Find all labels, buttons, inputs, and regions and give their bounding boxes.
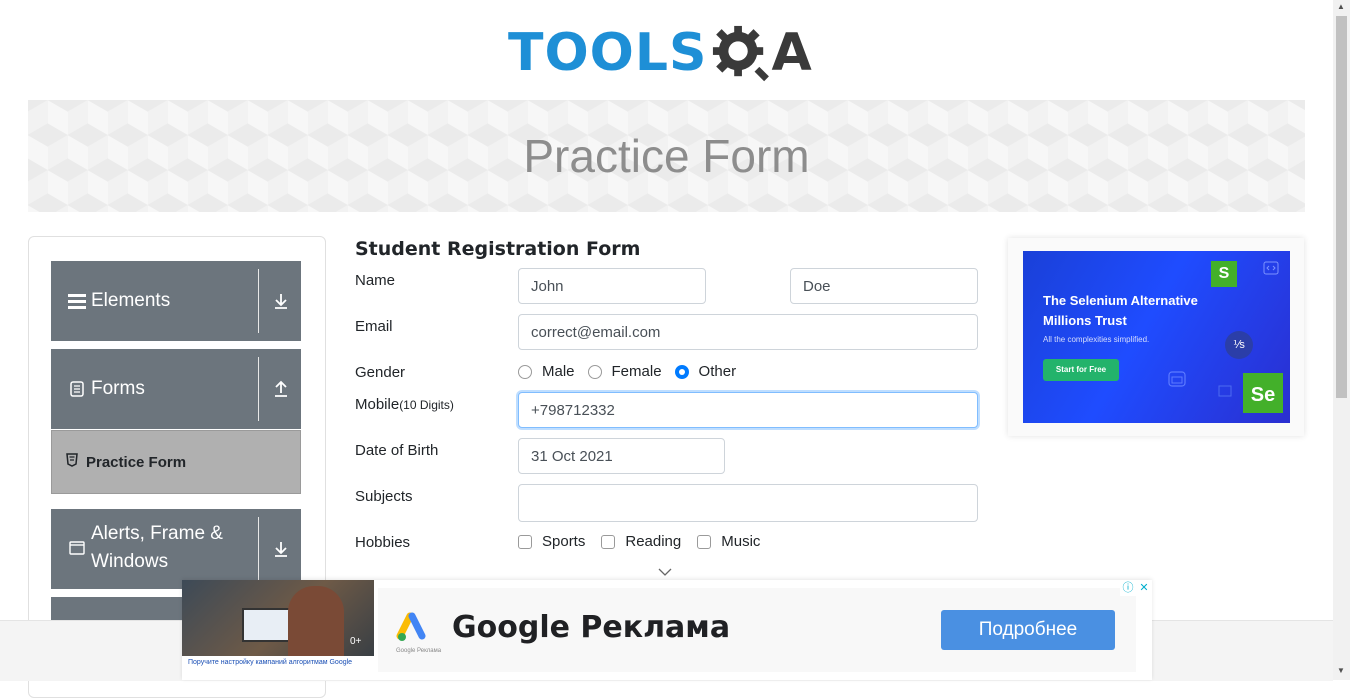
html-icon (66, 452, 80, 472)
gear-magnifier-icon (713, 25, 770, 82)
toolsqa-logo[interactable]: TOOLS A (508, 16, 812, 90)
divider (258, 269, 259, 333)
ad-subtitle: All the complexities simplified. (1043, 335, 1150, 344)
ad-info-icon[interactable]: ⓘ (1120, 580, 1136, 596)
upload-arrow-icon (275, 380, 287, 397)
download-arrow-icon (275, 542, 287, 557)
gender-other-option[interactable]: Other (674, 363, 737, 380)
form-title: Student Registration Form (355, 238, 641, 260)
ad-s-logo: S (1211, 261, 1237, 287)
gender-label: Gender (355, 364, 406, 381)
mobile-hint: (10 Digits) (399, 398, 454, 412)
checkbox-label: Music (721, 533, 761, 550)
browser-icon (1168, 371, 1186, 387)
radio-button[interactable] (518, 364, 532, 379)
name-label: Name (355, 272, 396, 289)
sidebar-group-label: Elements (91, 290, 171, 311)
checkbox-label: Reading (625, 533, 682, 550)
page-banner: Practice Form (28, 100, 1305, 212)
hobby-reading-option[interactable]: Reading (601, 533, 681, 550)
ad-choices[interactable]: ⓘ ✕ (1120, 580, 1152, 596)
subjects-input[interactable] (518, 484, 978, 522)
first-name-input[interactable]: John (518, 268, 706, 304)
sidebar-group-label: Alerts, Frame & Windows (91, 523, 223, 572)
ad-creative[interactable]: The Selenium Alternative Millions Trust … (1023, 251, 1290, 423)
code-window-icon (1263, 261, 1279, 275)
checkbox-label: Sports (542, 533, 586, 550)
side-advertisement[interactable]: The Selenium Alternative Millions Trust … (1008, 238, 1304, 436)
logo-text-tools: TOOLS (508, 23, 708, 83)
ad-circle-badge: ⅟s (1225, 331, 1253, 359)
selenium-logo: Se (1243, 373, 1283, 413)
ad-close-icon[interactable]: ✕ (1136, 580, 1152, 596)
mobile-label: Mobile(10 Digits) (355, 396, 454, 413)
email-input[interactable]: correct@email.com (518, 314, 978, 350)
divider (258, 357, 259, 421)
subjects-label: Subjects (355, 488, 413, 505)
radio-button[interactable] (587, 364, 602, 379)
gender-male-option[interactable]: Male (518, 363, 575, 380)
radio-button-selected[interactable] (674, 364, 689, 379)
ad-photo-caption: Поручите настройку кампаний алгоритмам G… (182, 656, 374, 680)
google-ads-card[interactable]: Google Реклама Google Реклама Подробнее (378, 588, 1136, 672)
date-of-birth-input[interactable]: 31 Oct 2021 (518, 438, 725, 474)
ad-title: The Selenium Alternative Millions Trust (1043, 293, 1198, 328)
sidebar-group-forms[interactable]: Forms (51, 349, 301, 429)
checkbox[interactable] (518, 534, 532, 549)
page-title: Practice Form (523, 130, 810, 182)
google-ads-small-label: Google Реклама (396, 648, 442, 654)
sidebar-group-elements[interactable]: Elements (51, 261, 301, 341)
radio-label: Male (542, 363, 575, 380)
chevron-down-icon[interactable] (658, 568, 672, 576)
download-arrow-icon (275, 294, 287, 309)
bottom-advertisement[interactable]: 0+ Поручите настройку кампаний алгоритма… (182, 580, 1152, 680)
ad-photo[interactable]: 0+ Поручите настройку кампаний алгоритма… (182, 580, 374, 680)
sidebar-group-alerts[interactable]: Alerts, Frame & Windows (51, 509, 301, 589)
mobile-label-text: Mobile (355, 396, 400, 413)
last-name-input[interactable]: Doe (790, 268, 978, 304)
mobile-input[interactable]: +798712332 (518, 392, 978, 428)
document-icon (67, 381, 87, 397)
checkbox[interactable] (697, 534, 712, 549)
page-scrollbar[interactable]: ▲ ▼ (1333, 0, 1350, 680)
dob-label: Date of Birth (355, 442, 439, 459)
person-image (288, 586, 344, 666)
logo-text-a: A (771, 23, 812, 83)
hobby-sports-option[interactable]: Sports (518, 533, 585, 550)
scroll-down-arrow-icon[interactable]: ▼ (1337, 666, 1345, 675)
hobbies-checkbox-group: Sports Reading Music (518, 533, 773, 550)
sidebar-item-practice-form[interactable]: Practice Form (51, 430, 301, 494)
menu-icon (67, 293, 87, 309)
divider (258, 517, 259, 581)
ad-more-button[interactable]: Подробнее (941, 610, 1115, 650)
image-icon (1218, 385, 1232, 397)
sidebar-group-label: Forms (91, 378, 145, 399)
sidebar-item-label: Practice Form (86, 453, 187, 471)
email-label: Email (355, 318, 393, 335)
gender-female-option[interactable]: Female (587, 363, 662, 380)
window-icon (67, 541, 87, 555)
hobby-music-option[interactable]: Music (697, 533, 760, 550)
ad-start-free-button[interactable]: Start for Free (1043, 359, 1119, 381)
scrollbar-thumb[interactable] (1336, 16, 1347, 398)
ad-headline: Google Реклама (452, 610, 731, 645)
google-ads-logo-icon (396, 612, 426, 641)
radio-label: Other (698, 363, 737, 380)
radio-label: Female (611, 363, 662, 380)
scroll-up-arrow-icon[interactable]: ▲ (1337, 2, 1345, 11)
hobbies-label: Hobbies (355, 534, 411, 551)
checkbox[interactable] (601, 534, 616, 549)
age-rating-badge: 0+ (350, 636, 362, 647)
gender-radio-group: Male Female Other (518, 363, 749, 380)
laptop-screen-image (242, 608, 294, 642)
